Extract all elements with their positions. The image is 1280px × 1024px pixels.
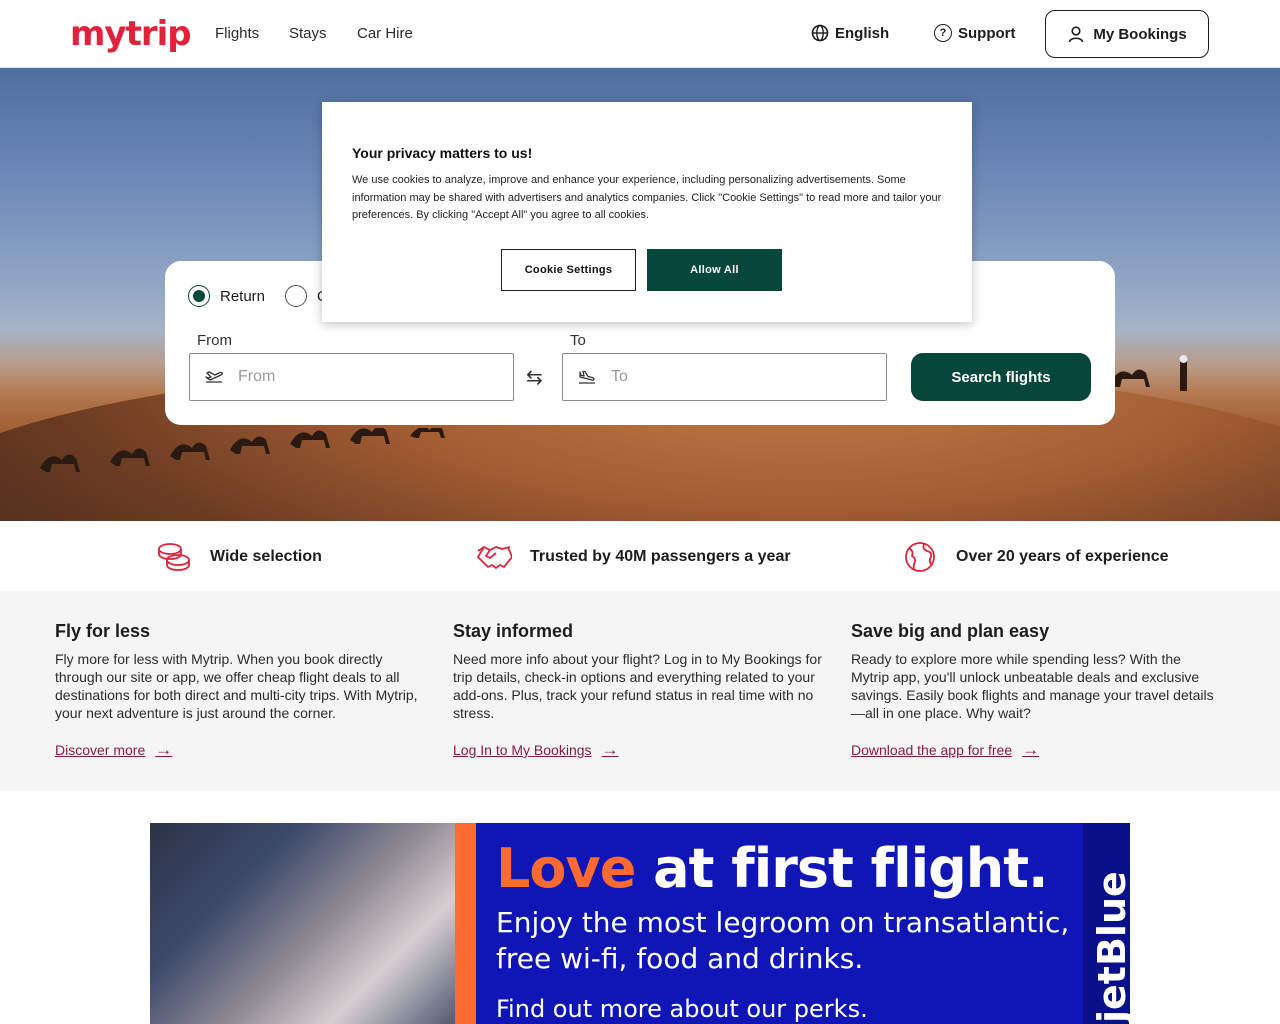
allow-all-button[interactable]: Allow All xyxy=(647,249,782,291)
nav-stays[interactable]: Stays xyxy=(289,25,327,42)
ad-cta: Find out more about our perks. xyxy=(496,995,868,1023)
support-link[interactable]: ? Support xyxy=(934,24,1016,42)
nav-car-hire[interactable]: Car Hire xyxy=(357,25,413,42)
my-bookings-label: My Bookings xyxy=(1093,25,1187,43)
globe-icon xyxy=(905,542,935,572)
ad-orange-stripe xyxy=(455,823,476,1024)
globe-icon xyxy=(811,24,829,42)
info-title: Stay informed xyxy=(453,621,574,641)
radio-one-way[interactable] xyxy=(285,285,308,307)
feature-experience: Over 20 years of experience xyxy=(902,541,1169,573)
my-bookings-button[interactable]: My Bookings xyxy=(1045,10,1209,58)
feature-wide-selection: Wide selection xyxy=(156,541,322,573)
cookie-consent-dialog: Your privacy matters to us! We use cooki… xyxy=(322,102,972,322)
search-flights-button[interactable]: Search flights xyxy=(911,353,1091,401)
download-app-link[interactable]: Download the app for free → xyxy=(851,740,1039,760)
user-icon xyxy=(1069,26,1084,43)
feature-label: Wide selection xyxy=(210,548,322,565)
mytrip-logo[interactable]: mytrip xyxy=(70,14,192,54)
arrow-right-icon: → xyxy=(601,740,619,759)
to-input[interactable] xyxy=(611,368,851,386)
link-label: Discover more xyxy=(55,742,146,758)
ad-headline-rest: at first flight. xyxy=(653,837,1048,900)
help-icon: ? xyxy=(934,24,952,42)
swap-icon[interactable]: ⇆ xyxy=(526,365,543,390)
site-header: mytrip Flights Stays Car Hire English ? … xyxy=(0,0,1280,68)
info-title: Save big and plan easy xyxy=(851,621,1050,641)
info-section: Fly for less Fly more for less with Mytr… xyxy=(0,591,1280,791)
jetblue-ad-banner[interactable]: Love at first flight. Enjoy the most leg… xyxy=(150,823,1130,1024)
cookie-title: Your privacy matters to us! xyxy=(352,145,533,161)
ad-headline-highlight: Love xyxy=(496,837,636,900)
return-label: Return xyxy=(220,287,266,305)
camel-guide-image xyxy=(1110,355,1188,391)
features-strip: Wide selection Trusted by 40M passengers… xyxy=(0,521,1280,591)
info-body: Ready to explore more while spending les… xyxy=(851,651,1214,721)
arrow-right-icon: → xyxy=(155,740,173,759)
language-label: English xyxy=(835,24,890,42)
arrow-right-icon: → xyxy=(1022,740,1040,759)
cookie-body: We use cookies to analyze, improve and e… xyxy=(352,174,942,221)
link-label: Log In to My Bookings xyxy=(453,742,592,758)
info-column-save-big: Save big and plan easy Ready to explore … xyxy=(851,621,1221,760)
ad-headline: Love at first flight. xyxy=(496,837,1049,900)
login-my-bookings-link[interactable]: Log In to My Bookings → xyxy=(453,740,619,760)
cookie-settings-button[interactable]: Cookie Settings xyxy=(501,249,636,291)
info-body: Fly more for less with Mytrip. When you … xyxy=(55,651,418,721)
trip-type-selector: Return On xyxy=(188,285,337,307)
nav-flights[interactable]: Flights xyxy=(215,25,259,42)
feature-label: Over 20 years of experience xyxy=(956,548,1169,565)
camel-caravan-image xyxy=(40,428,445,472)
from-label: From xyxy=(197,332,232,349)
from-field[interactable] xyxy=(189,353,514,401)
plane-takeoff-icon xyxy=(205,371,223,383)
info-column-stay-informed: Stay informed Need more info about your … xyxy=(453,621,823,760)
discover-more-link[interactable]: Discover more → xyxy=(55,740,172,760)
handshake-icon xyxy=(477,546,512,569)
to-label: To xyxy=(570,332,586,349)
info-title: Fly for less xyxy=(55,621,151,641)
radio-return[interactable] xyxy=(188,285,210,307)
from-input[interactable] xyxy=(238,368,478,386)
info-column-fly-for-less: Fly for less Fly more for less with Mytr… xyxy=(55,621,425,760)
info-body: Need more info about your flight? Log in… xyxy=(453,651,822,721)
ad-passengers-photo xyxy=(150,823,455,1024)
support-label: Support xyxy=(958,24,1016,42)
link-label: Download the app for free xyxy=(851,742,1013,758)
coins-icon xyxy=(158,543,190,571)
feature-trusted: Trusted by 40M passengers a year xyxy=(476,541,791,573)
plane-landing-icon xyxy=(579,370,595,384)
language-selector[interactable]: English xyxy=(811,24,889,42)
ad-subtitle: Enjoy the most legroom on transatlantic,… xyxy=(496,906,1070,975)
feature-label: Trusted by 40M passengers a year xyxy=(530,548,791,565)
to-field[interactable] xyxy=(562,353,887,401)
jetblue-logo: jetBlue xyxy=(1090,871,1130,1023)
